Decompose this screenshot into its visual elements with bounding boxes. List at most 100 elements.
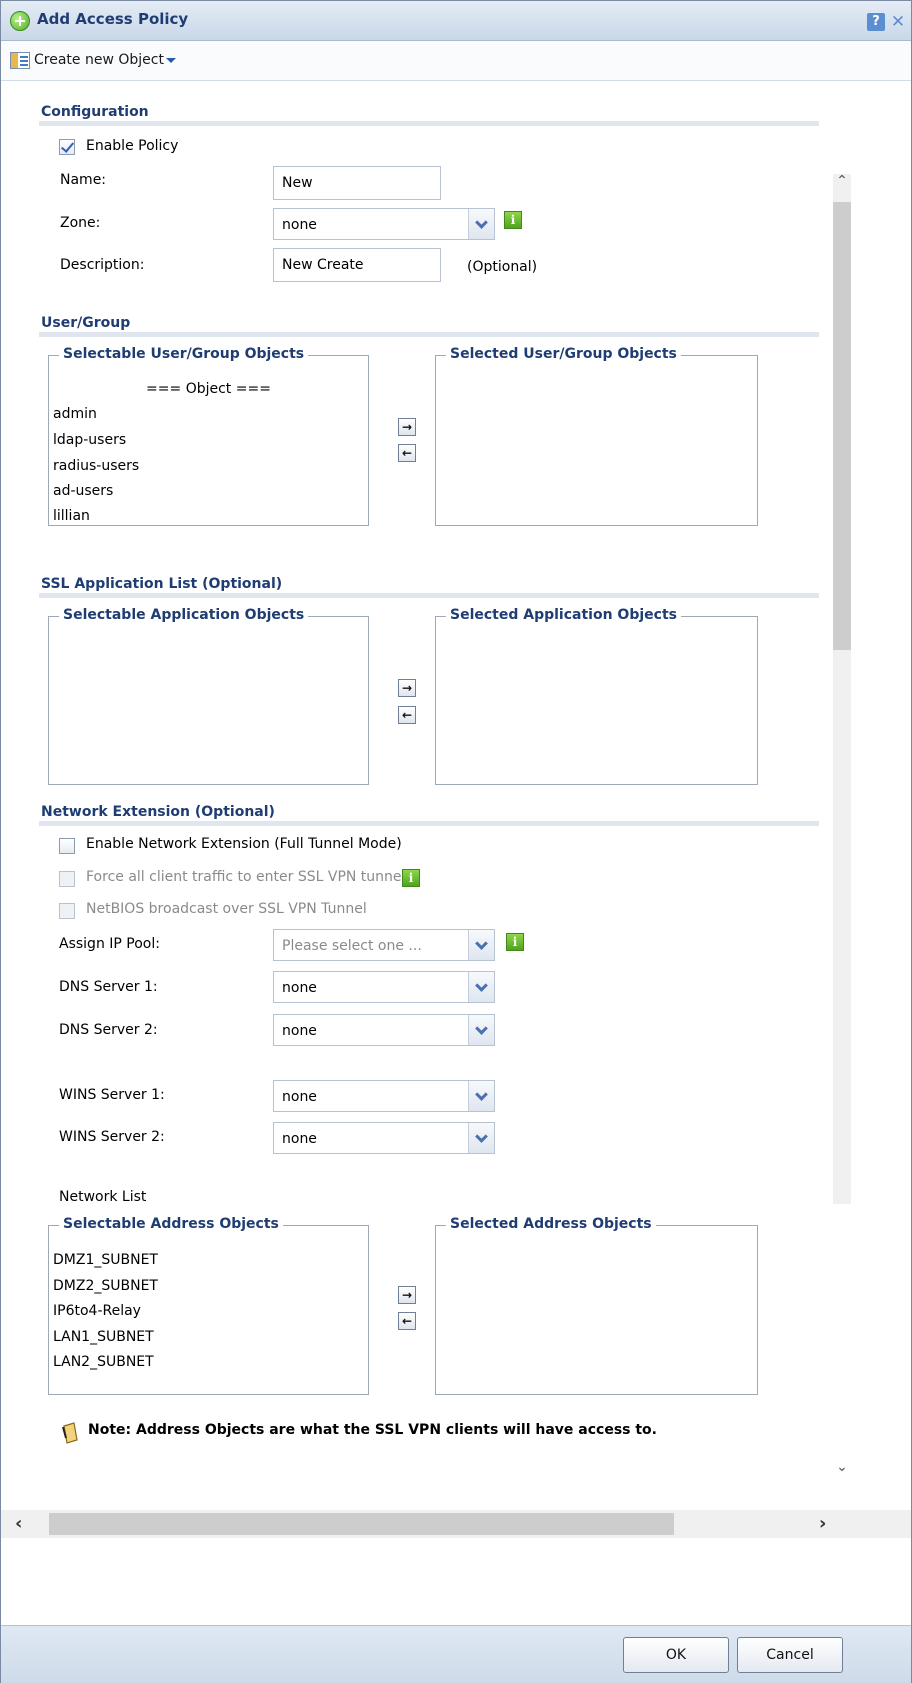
list-item[interactable]: DMZ2_SUBNET <box>53 1278 158 1294</box>
zone-value: none <box>282 217 317 233</box>
selectable-user-group-legend: Selectable User/Group Objects <box>59 346 309 362</box>
enable-network-extension-checkbox[interactable] <box>59 838 75 854</box>
move-left-button[interactable]: ← <box>398 444 416 462</box>
vertical-scrollbar[interactable]: ⌃ ⌄ <box>833 174 851 1474</box>
selected-user-group-list[interactable]: Selected User/Group Objects <box>435 346 758 526</box>
section-configuration: Configuration <box>41 104 149 120</box>
selectable-address-list[interactable]: Selectable Address Objects DMZ1_SUBNET D… <box>48 1216 369 1395</box>
move-right-button[interactable]: → <box>398 679 416 697</box>
selected-application-list[interactable]: Selected Application Objects <box>435 607 758 785</box>
ip-pool-label: Assign IP Pool: <box>59 936 160 952</box>
dns-server-1-select[interactable]: none <box>273 971 495 1003</box>
wins-server-2-value: none <box>282 1131 317 1147</box>
force-traffic-label: Force all client traffic to enter SSL VP… <box>86 869 406 885</box>
list-item[interactable]: DMZ1_SUBNET <box>53 1252 158 1268</box>
chevron-down-icon[interactable] <box>468 1123 494 1153</box>
wins-server-2-label: WINS Server 2: <box>59 1129 165 1145</box>
add-icon <box>10 11 30 31</box>
move-right-button[interactable]: → <box>398 1286 416 1304</box>
horizontal-scroll-thumb[interactable] <box>49 1513 674 1535</box>
dns-server-2-value: none <box>282 1023 317 1039</box>
ok-button[interactable]: OK <box>623 1637 729 1673</box>
title-bar: Add Access Policy ? ✕ <box>1 1 911 41</box>
dns-server-1-label: DNS Server 1: <box>59 979 158 995</box>
enable-policy-label: Enable Policy <box>86 138 179 154</box>
vertical-scroll-thumb[interactable] <box>833 202 851 650</box>
list-item[interactable]: admin <box>53 406 97 422</box>
name-input[interactable]: New <box>273 166 441 200</box>
section-divider <box>39 332 819 337</box>
section-divider <box>39 593 819 598</box>
force-traffic-checkbox[interactable] <box>59 871 75 887</box>
toolbar: Create new Object <box>1 41 911 81</box>
create-new-object-menu[interactable]: Create new Object <box>34 52 176 68</box>
selectable-address-legend: Selectable Address Objects <box>59 1216 283 1232</box>
list-item[interactable]: IP6to4-Relay <box>53 1303 141 1319</box>
caret-down-icon <box>165 57 176 63</box>
wins-server-2-select[interactable]: none <box>273 1122 495 1154</box>
name-label: Name: <box>60 172 107 188</box>
section-user-group: User/Group <box>41 315 131 331</box>
selectable-user-group-list[interactable]: Selectable User/Group Objects === Object… <box>48 346 369 526</box>
section-divider <box>39 821 819 826</box>
wins-server-1-label: WINS Server 1: <box>59 1087 165 1103</box>
add-access-policy-dialog: Add Access Policy ? ✕ Create new Object … <box>0 0 912 1683</box>
selectable-application-list[interactable]: Selectable Application Objects <box>48 607 369 785</box>
selected-application-legend: Selected Application Objects <box>446 607 681 623</box>
zone-select[interactable]: none <box>273 208 495 240</box>
wins-server-1-select[interactable]: none <box>273 1080 495 1112</box>
section-ssl-application: SSL Application List (Optional) <box>41 576 283 592</box>
section-network-extension: Network Extension (Optional) <box>41 804 275 820</box>
content-area: Configuration Enable Policy Name: New Zo… <box>1 82 911 1625</box>
scroll-down-icon[interactable]: ⌄ <box>834 1460 850 1476</box>
selected-address-legend: Selected Address Objects <box>446 1216 656 1232</box>
enable-network-extension-label: Enable Network Extension (Full Tunnel Mo… <box>86 836 402 852</box>
netbios-checkbox[interactable] <box>59 903 75 919</box>
ip-pool-value: Please select one ... <box>282 938 422 954</box>
dialog-footer: OK Cancel <box>1 1625 911 1683</box>
dns-server-1-value: none <box>282 980 317 996</box>
chevron-down-icon[interactable] <box>468 209 494 239</box>
close-button[interactable]: ✕ <box>889 13 907 31</box>
ip-pool-select[interactable]: Please select one ... <box>273 929 495 961</box>
chevron-down-icon[interactable] <box>468 1081 494 1111</box>
address-objects-note: Note: Address Objects are what the SSL V… <box>88 1422 657 1438</box>
netbios-label: NetBIOS broadcast over SSL VPN Tunnel <box>86 901 367 917</box>
note-icon <box>62 1422 78 1444</box>
section-divider <box>39 121 819 126</box>
list-item[interactable]: ldap-users <box>53 432 126 448</box>
list-item[interactable]: lillian <box>53 508 90 524</box>
description-input[interactable]: New Create <box>273 248 441 282</box>
chevron-down-icon[interactable] <box>468 972 494 1002</box>
cancel-button[interactable]: Cancel <box>737 1637 843 1673</box>
horizontal-scrollbar[interactable]: ‹ › <box>1 1510 911 1538</box>
scroll-right-icon[interactable]: › <box>819 1513 826 1534</box>
list-item[interactable]: LAN1_SUBNET <box>53 1329 154 1345</box>
list-header: === Object === <box>146 381 271 397</box>
help-button[interactable]: ? <box>867 13 885 31</box>
dialog-title: Add Access Policy <box>37 10 189 28</box>
description-label: Description: <box>60 257 145 273</box>
chevron-down-icon[interactable] <box>468 930 494 960</box>
move-left-button[interactable]: ← <box>398 706 416 724</box>
selected-user-group-legend: Selected User/Group Objects <box>446 346 681 362</box>
scroll-left-icon[interactable]: ‹ <box>15 1513 22 1534</box>
move-left-button[interactable]: ← <box>398 1312 416 1330</box>
chevron-down-icon[interactable] <box>468 1015 494 1045</box>
info-icon[interactable]: i <box>506 933 524 951</box>
dns-server-2-select[interactable]: none <box>273 1014 495 1046</box>
enable-policy-checkbox[interactable] <box>59 139 75 155</box>
list-item[interactable]: LAN2_SUBNET <box>53 1354 154 1370</box>
scroll-up-icon[interactable]: ⌃ <box>834 174 850 190</box>
list-item[interactable]: ad-users <box>53 483 113 499</box>
network-list-label: Network List <box>59 1189 147 1205</box>
object-icon <box>10 52 30 69</box>
selected-address-list[interactable]: Selected Address Objects <box>435 1216 758 1395</box>
info-icon[interactable]: i <box>402 869 420 887</box>
wins-server-1-value: none <box>282 1089 317 1105</box>
description-optional-hint: (Optional) <box>467 259 538 275</box>
move-right-button[interactable]: → <box>398 418 416 436</box>
selectable-application-legend: Selectable Application Objects <box>59 607 309 623</box>
info-icon[interactable]: i <box>504 211 522 229</box>
list-item[interactable]: radius-users <box>53 458 139 474</box>
